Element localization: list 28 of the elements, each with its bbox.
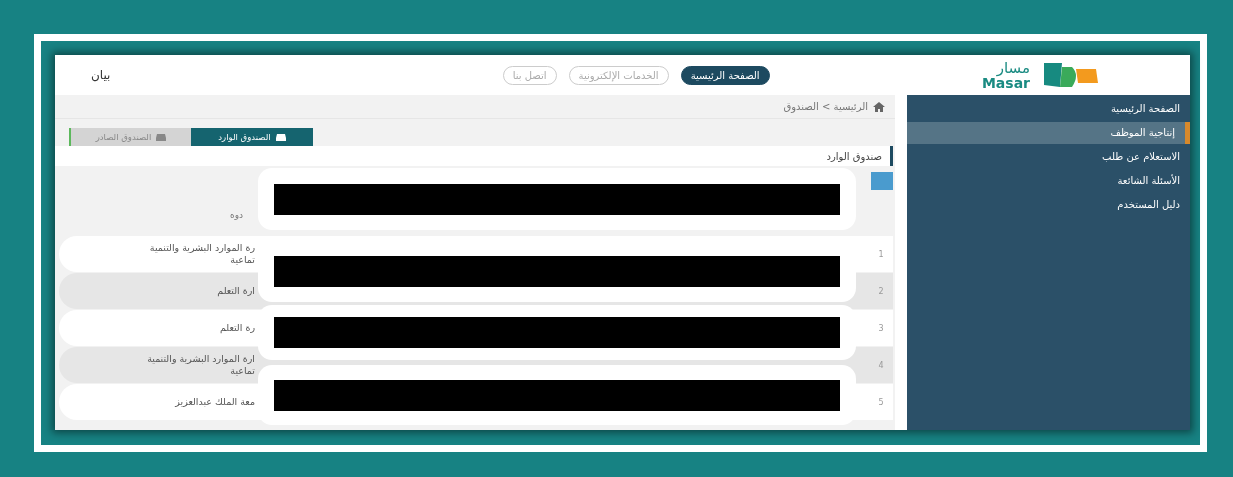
sidebar-item[interactable]: إنتاجية الموظف xyxy=(907,122,1190,144)
sidebar-item[interactable]: الاستعلام عن طلب xyxy=(907,146,1190,168)
table-cell-text: ارة التعلم xyxy=(216,284,255,298)
logo-icon xyxy=(1042,61,1100,89)
action-button[interactable] xyxy=(871,172,893,190)
user-name: بيان xyxy=(91,68,111,82)
row-number: 4 xyxy=(877,360,885,370)
logo-text: Masar xyxy=(981,75,1030,90)
sidebar-item[interactable]: الأسئلة الشائعة xyxy=(907,170,1190,192)
table-cell-text: رة الموارد البشرية والتنمية تماعية xyxy=(148,241,255,267)
inbox-icon xyxy=(156,133,167,141)
inbox-icon xyxy=(275,133,286,141)
row-number: 2 xyxy=(877,286,885,296)
row-number: 5 xyxy=(877,397,885,407)
table-cell-text: رة التعلم xyxy=(218,321,255,335)
filter-label: دوه xyxy=(230,210,244,220)
row-number: 1 xyxy=(877,249,885,259)
table-cell-text: ارة الموارد البشرية والتنمية تماعية xyxy=(146,352,255,378)
sidebar-item[interactable]: الصفحة الرئيسية xyxy=(907,98,1190,120)
logo-text: مسار xyxy=(996,60,1030,76)
tab[interactable]: الصندوق الوارد xyxy=(191,128,313,146)
row-number: 3 xyxy=(877,323,885,333)
sidebar-item[interactable]: دليل المستخدم xyxy=(907,194,1190,216)
section-title: صندوق الوارد xyxy=(826,150,882,162)
table-cell-text: معة الملك عبدالعزيز xyxy=(174,395,255,409)
breadcrumb: الرئيسية > الصندوق xyxy=(783,101,868,112)
nav-link[interactable]: الصفحة الرئيسية xyxy=(680,65,770,85)
home-icon xyxy=(873,101,885,112)
